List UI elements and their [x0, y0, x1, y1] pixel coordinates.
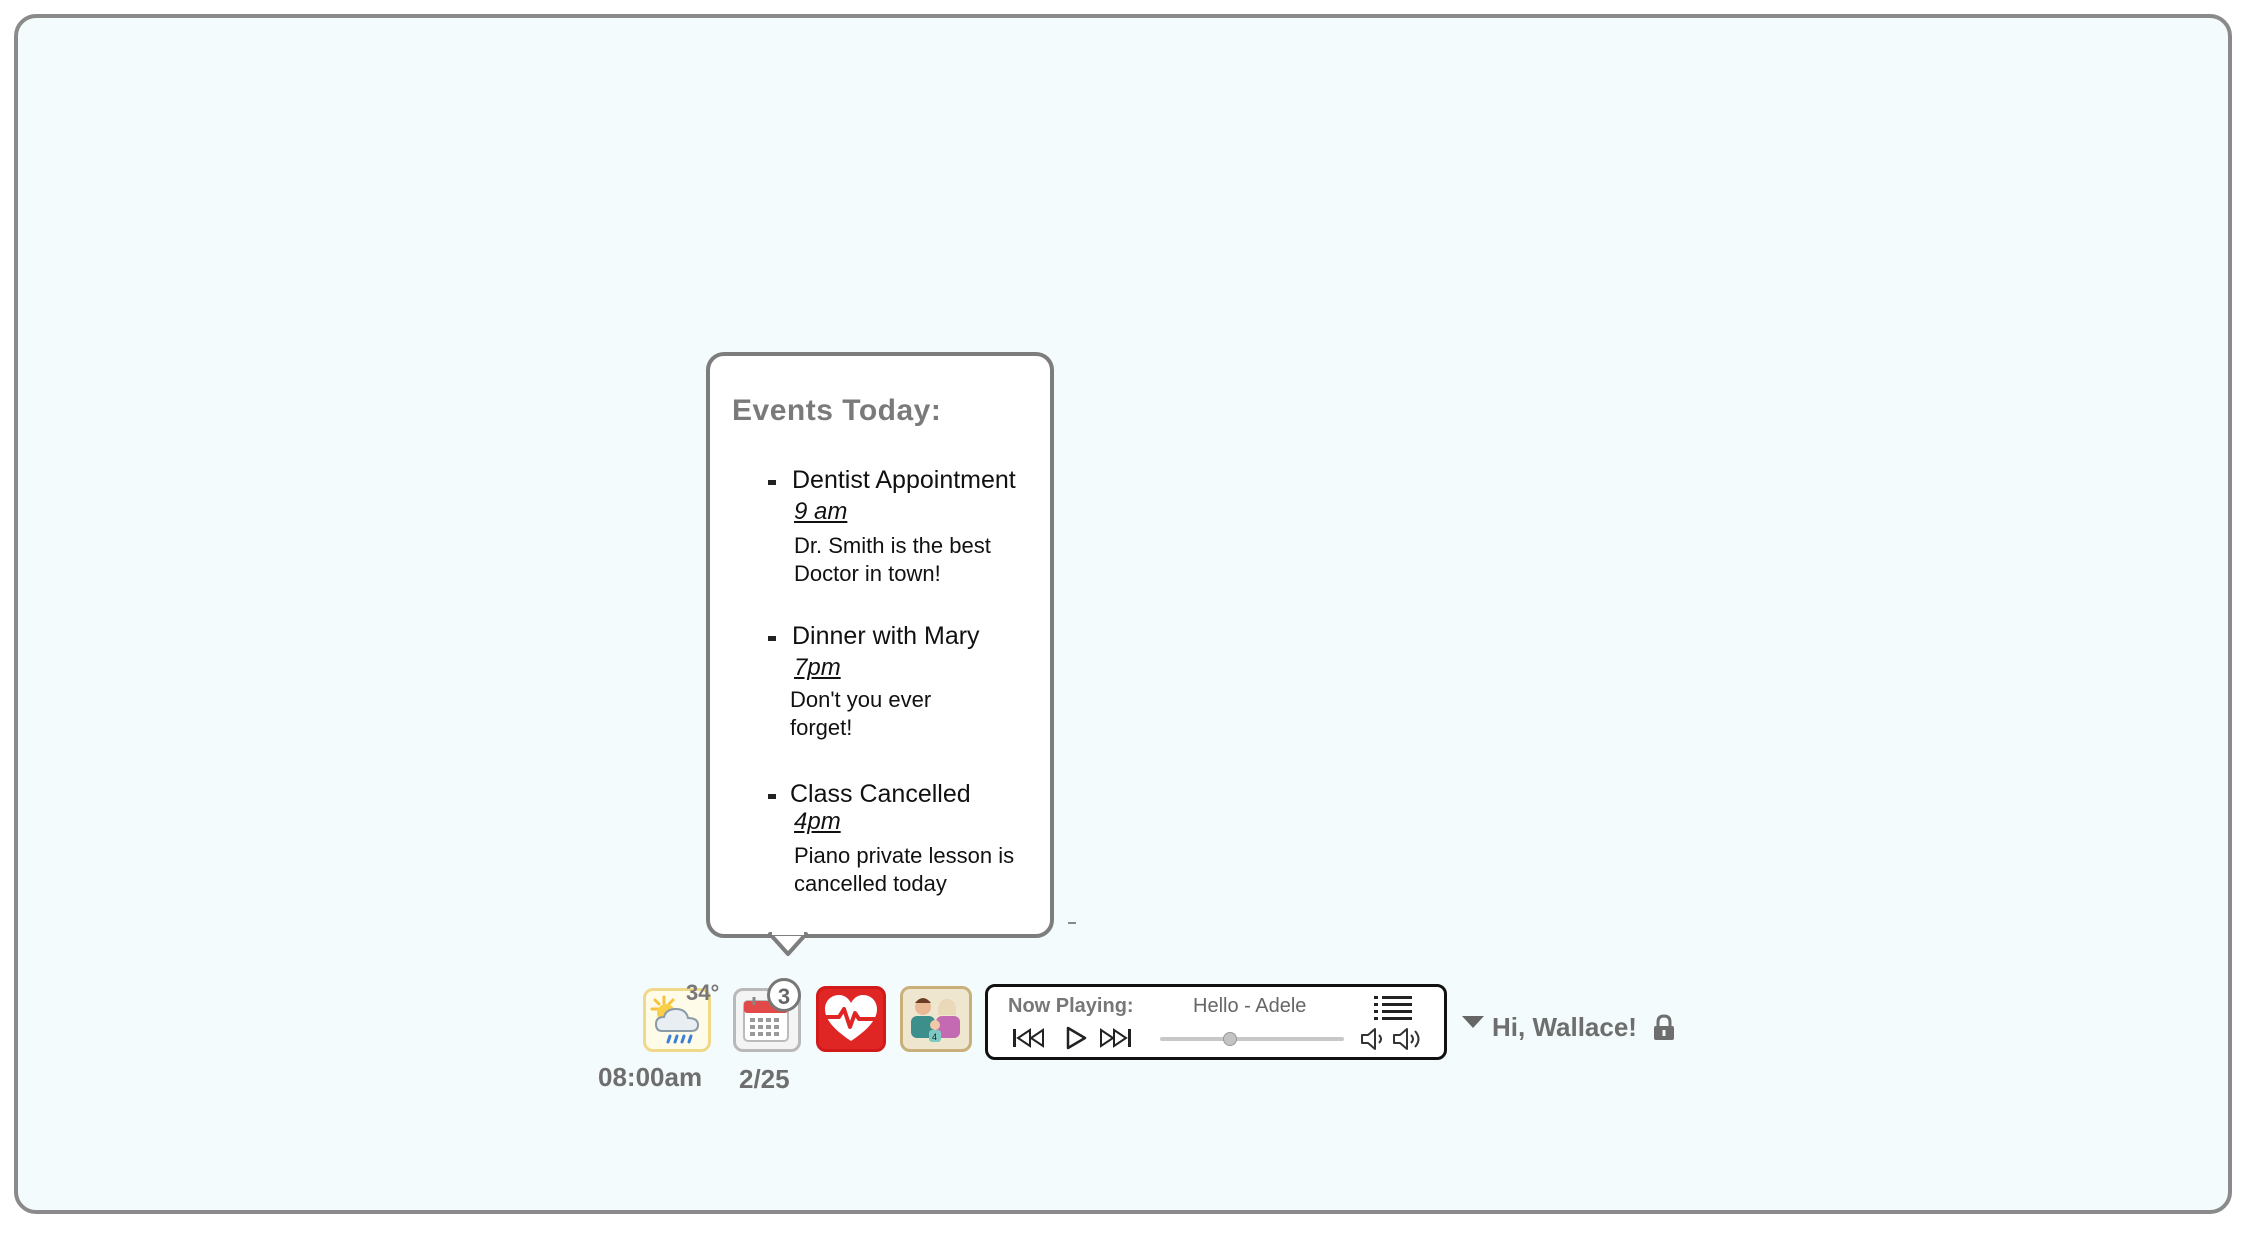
- user-greeting[interactable]: Hi, Wallace!: [1492, 1012, 1637, 1043]
- progress-thumb[interactable]: [1222, 1032, 1237, 1046]
- media-player: Now Playing: Hello - Adele: [985, 984, 1447, 1060]
- event-time: 4pm: [794, 808, 841, 835]
- next-track-icon[interactable]: [1098, 1027, 1132, 1049]
- event-title: Dinner with Mary: [792, 622, 980, 650]
- event-title: Dentist Appointment: [792, 466, 1016, 494]
- track-title: Hello - Adele: [1193, 995, 1307, 1017]
- lock-icon[interactable]: [1652, 1014, 1676, 1042]
- previous-track-icon[interactable]: [1012, 1027, 1046, 1049]
- event-title: Class Cancelled: [790, 780, 971, 808]
- family-widget[interactable]: 4: [900, 986, 972, 1052]
- popup-tail: [768, 930, 808, 956]
- events-popup: Events Today: Dentist Appointment 9 am D…: [706, 352, 1054, 938]
- svg-text:4: 4: [932, 1032, 937, 1042]
- volume-high-icon[interactable]: [1392, 1027, 1424, 1051]
- bullet: [768, 636, 776, 641]
- now-playing-label: Now Playing:: [1008, 995, 1134, 1017]
- user-menu-caret-icon[interactable]: [1462, 1016, 1484, 1028]
- play-icon[interactable]: [1064, 1025, 1088, 1051]
- playlist-icon[interactable]: [1374, 995, 1414, 1021]
- event-description: Don't you ever forget!: [790, 687, 932, 740]
- family-icon: 4: [911, 998, 960, 1042]
- progress-slider[interactable]: [1160, 1032, 1344, 1046]
- volume-low-icon[interactable]: [1360, 1027, 1388, 1051]
- event-time: 7pm: [794, 654, 841, 681]
- clock: 08:00am: [598, 1062, 703, 1092]
- bullet: [768, 794, 776, 799]
- health-widget[interactable]: [816, 986, 886, 1052]
- temperature: 34°: [686, 980, 720, 1005]
- heart-pulse-icon: [825, 995, 877, 1041]
- event-time: 9 am: [794, 498, 848, 525]
- event-description: Dr. Smith is the best Doctor in town!: [794, 533, 991, 586]
- date: 2/25: [739, 1064, 790, 1094]
- bullet: [768, 480, 776, 485]
- notification-badge: 3: [767, 978, 801, 1012]
- divider-mark: [1068, 922, 1076, 924]
- event-description: Piano private lesson is cancelled today: [794, 843, 1015, 896]
- popup-title: Events Today:: [732, 394, 942, 427]
